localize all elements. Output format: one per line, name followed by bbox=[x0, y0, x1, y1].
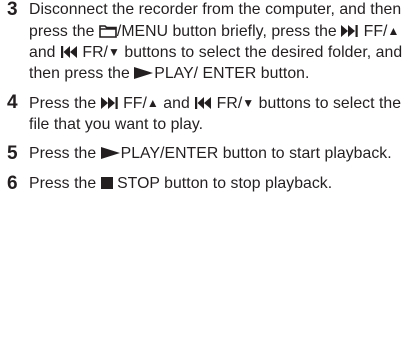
down-triangle-icon: ▼ bbox=[242, 96, 255, 110]
step-text: FR/ bbox=[212, 95, 243, 112]
step-text: Press the bbox=[29, 95, 101, 112]
step-text: Press the bbox=[29, 145, 101, 162]
step-text: FF/ bbox=[118, 95, 147, 112]
step-text: Press the bbox=[29, 174, 101, 192]
step-text: /MENU button briefly, press the bbox=[116, 22, 342, 40]
step-text: and bbox=[158, 95, 195, 112]
play-icon bbox=[100, 144, 121, 165]
instruction-steps: 3 Disconnect the recorder from the compu… bbox=[7, 0, 409, 203]
down-triangle-icon: ▼ bbox=[108, 45, 120, 59]
step-text: PLAY/ENTER button to start playback. bbox=[120, 145, 392, 162]
step-number: 6 bbox=[7, 172, 18, 194]
play-icon bbox=[134, 64, 154, 85]
up-triangle-icon: ▲ bbox=[387, 23, 400, 38]
folder-icon bbox=[99, 22, 117, 43]
step-number: 3 bbox=[7, 0, 18, 20]
fast-forward-icon bbox=[341, 22, 359, 43]
fast-forward-icon bbox=[100, 94, 119, 115]
step-text: and bbox=[29, 44, 60, 61]
stop-icon bbox=[100, 174, 113, 195]
step-text: STOP button to stop playback. bbox=[112, 174, 333, 192]
step-5: 5 Press the PLAY/ENTER button to start p… bbox=[7, 143, 409, 165]
step-text: FR/ bbox=[77, 44, 108, 61]
step-number: 5 bbox=[7, 143, 18, 164]
step-number: 4 bbox=[7, 92, 18, 113]
step-4: 4 Press the FF/▲ and FR/▼ buttons to sel… bbox=[7, 92, 409, 135]
up-triangle-icon: ▲ bbox=[146, 96, 159, 110]
step-6: 6 Press the STOP button to stop playback… bbox=[7, 172, 409, 195]
step-text: FF/ bbox=[359, 22, 388, 40]
step-text: PLAY/ ENTER button. bbox=[154, 64, 310, 82]
step-3: 3 Disconnect the recorder from the compu… bbox=[7, 0, 409, 84]
rewind-icon bbox=[194, 94, 212, 115]
rewind-icon bbox=[60, 43, 78, 64]
